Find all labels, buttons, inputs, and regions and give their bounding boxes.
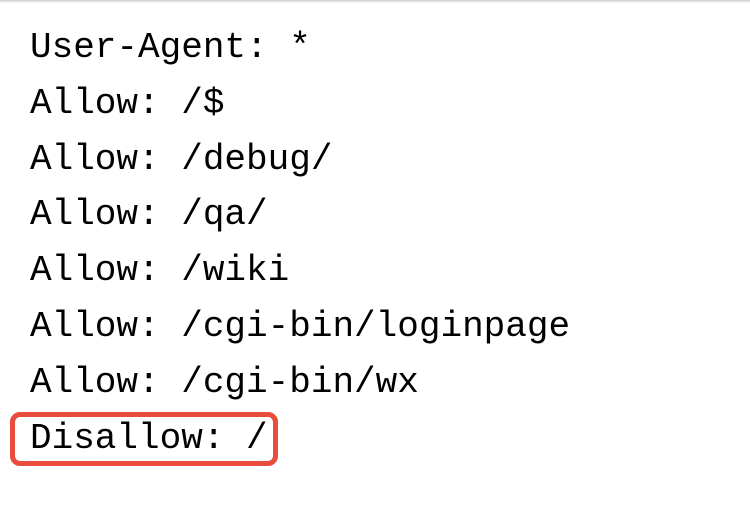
robots-line: Allow: /wiki (30, 243, 720, 299)
robots-line: User-Agent: * (30, 20, 720, 76)
robots-line: Allow: /cgi-bin/loginpage (30, 299, 720, 355)
robots-line: Allow: /cgi-bin/wx (30, 355, 720, 411)
robots-line: Allow: /$ (30, 76, 720, 132)
robots-line: Allow: /qa/ (30, 187, 720, 243)
robots-txt-content: User-Agent: * Allow: /$ Allow: /debug/ A… (30, 20, 720, 466)
robots-line: Disallow: / (30, 411, 720, 467)
robots-line: Allow: /debug/ (30, 132, 720, 188)
top-border-line (0, 0, 750, 3)
